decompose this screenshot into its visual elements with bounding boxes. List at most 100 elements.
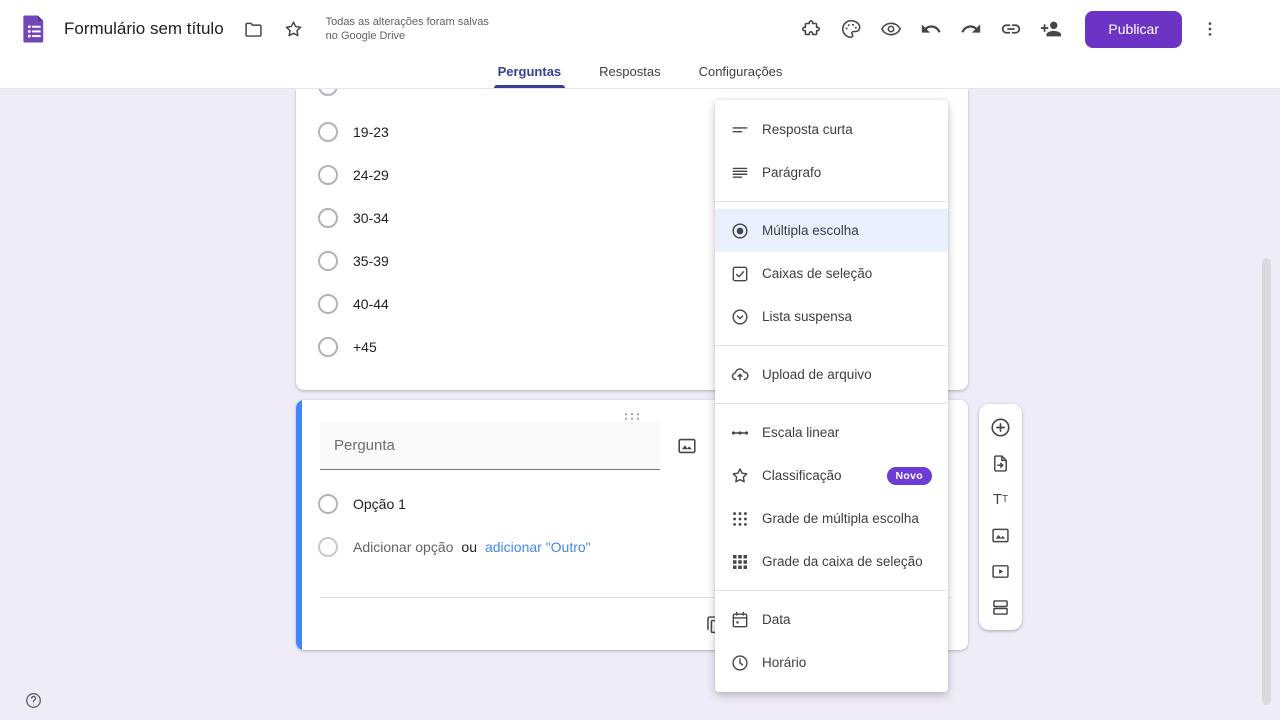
radio-icon[interactable] — [318, 208, 338, 228]
customize-theme-button[interactable] — [831, 9, 871, 49]
add-title-icon-small: T — [1002, 494, 1008, 505]
menu-item-checkboxes[interactable]: Caixas de seleção — [715, 252, 948, 295]
option-label[interactable]: 30-34 — [353, 210, 389, 226]
question-title-input[interactable] — [320, 422, 660, 470]
add-question-button[interactable] — [984, 409, 1018, 445]
time-icon — [730, 653, 750, 673]
paragraph-icon — [730, 163, 750, 183]
page-scrollbar-thumb[interactable] — [1262, 258, 1271, 705]
redo-button[interactable] — [951, 9, 991, 49]
move-to-folder-button[interactable] — [234, 9, 274, 49]
menu-divider — [715, 590, 948, 591]
short-answer-icon — [730, 120, 750, 140]
menu-divider — [715, 345, 948, 346]
menu-item-linear-scale[interactable]: Escala linear — [715, 411, 948, 454]
palette-icon — [840, 18, 862, 40]
menu-item-label: Upload de arquivo — [762, 367, 872, 382]
form-title[interactable]: Formulário sem título — [64, 19, 224, 39]
tab-respostas[interactable]: Respostas — [595, 55, 664, 88]
multiple-choice-grid-icon — [730, 509, 750, 529]
add-other-link[interactable]: adicionar "Outro" — [485, 539, 591, 555]
save-status[interactable]: Todas as alterações foram salvas no Goog… — [326, 15, 501, 43]
radio-icon[interactable] — [318, 251, 338, 271]
option-row[interactable]: Opção 1 — [318, 494, 406, 514]
menu-item-time[interactable]: Horário — [715, 641, 948, 684]
add-title-button[interactable]: TT — [984, 481, 1018, 517]
option-label[interactable]: 24-29 — [353, 167, 389, 183]
menu-item-short-answer[interactable]: Resposta curta — [715, 108, 948, 151]
add-image-to-question-button[interactable] — [667, 426, 707, 466]
menu-item-label: Data — [762, 612, 791, 627]
undo-button[interactable] — [911, 9, 951, 49]
menu-item-label: Grade de múltipla escolha — [762, 511, 919, 526]
help-button[interactable] — [13, 680, 53, 720]
menu-item-file-upload[interactable]: Upload de arquivo — [715, 353, 948, 396]
menu-divider — [715, 201, 948, 202]
menu-divider — [715, 403, 948, 404]
checkbox-grid-icon — [730, 552, 750, 572]
menu-item-multiple-choice[interactable]: Múltipla escolha — [715, 209, 948, 252]
date-icon — [730, 610, 750, 630]
add-option-row: Adicionar opção ou adicionar "Outro" — [318, 537, 591, 557]
eye-icon — [880, 18, 902, 40]
copy-link-button[interactable] — [991, 9, 1031, 49]
menu-item-label: Classificação — [762, 468, 842, 483]
undo-icon — [920, 18, 942, 40]
option-label[interactable]: 40-44 — [353, 296, 389, 312]
more-options-button[interactable] — [1190, 9, 1230, 49]
add-video-button[interactable] — [984, 553, 1018, 589]
menu-item-label: Parágrafo — [762, 165, 821, 180]
menu-item-multiple-choice-grid[interactable]: Grade de múltipla escolha — [715, 497, 948, 540]
option-label[interactable]: +45 — [353, 339, 377, 355]
forms-logo[interactable] — [14, 9, 54, 49]
selected-card-indicator — [296, 400, 302, 650]
app-header: Formulário sem título Todas as alteraçõe… — [0, 0, 1280, 89]
radio-icon[interactable] — [318, 165, 338, 185]
star-button[interactable] — [274, 9, 314, 49]
add-option-button[interactable]: Adicionar opção — [353, 539, 453, 555]
radio-icon — [318, 537, 338, 557]
menu-item-label: Horário — [762, 655, 806, 670]
star-icon — [283, 19, 304, 40]
link-icon — [1000, 18, 1022, 40]
radio-icon[interactable] — [318, 494, 338, 514]
google-forms-editor: Formulário sem título Todas as alteraçõe… — [0, 0, 1280, 720]
add-image-button[interactable] — [984, 517, 1018, 553]
menu-item-checkbox-grid[interactable]: Grade da caixa de seleção — [715, 540, 948, 583]
tab-perguntas[interactable]: Perguntas — [494, 55, 566, 88]
import-questions-button[interactable] — [984, 445, 1018, 481]
publish-button[interactable]: Publicar — [1085, 11, 1182, 48]
help-icon — [24, 691, 43, 710]
add-title-icon: T — [993, 491, 1002, 508]
option-label[interactable]: Opção 1 — [353, 496, 406, 512]
file-upload-icon — [730, 365, 750, 385]
forms-logo-icon — [17, 12, 51, 46]
rating-star-icon — [730, 466, 750, 486]
radio-icon[interactable] — [318, 122, 338, 142]
radio-icon — [318, 89, 338, 96]
or-label: ou — [461, 539, 477, 555]
add-section-button[interactable] — [984, 589, 1018, 625]
person-add-icon — [1040, 18, 1062, 40]
menu-item-paragraph[interactable]: Parágrafo — [715, 151, 948, 194]
preview-button[interactable] — [871, 9, 911, 49]
checkbox-icon — [730, 264, 750, 284]
menu-item-label: Lista suspensa — [762, 309, 852, 324]
radio-icon[interactable] — [318, 337, 338, 357]
radio-icon[interactable] — [318, 294, 338, 314]
add-ons-button[interactable] — [791, 9, 831, 49]
menu-item-rating[interactable]: Classificação Novo — [715, 454, 948, 497]
menu-item-label: Escala linear — [762, 425, 839, 440]
kebab-menu-icon — [1200, 19, 1220, 39]
tab-configuracoes[interactable]: Configurações — [695, 55, 787, 88]
puzzle-icon — [800, 18, 822, 40]
insert-toolbar: TT — [979, 404, 1022, 630]
menu-item-dropdown[interactable]: Lista suspensa — [715, 295, 948, 338]
form-tabs: Perguntas Respostas Configurações — [0, 55, 1280, 88]
dropdown-icon — [730, 307, 750, 327]
option-label[interactable]: 19-23 — [353, 124, 389, 140]
redo-icon — [960, 18, 982, 40]
menu-item-date[interactable]: Data — [715, 598, 948, 641]
add-collaborators-button[interactable] — [1031, 9, 1071, 49]
option-label[interactable]: 35-39 — [353, 253, 389, 269]
